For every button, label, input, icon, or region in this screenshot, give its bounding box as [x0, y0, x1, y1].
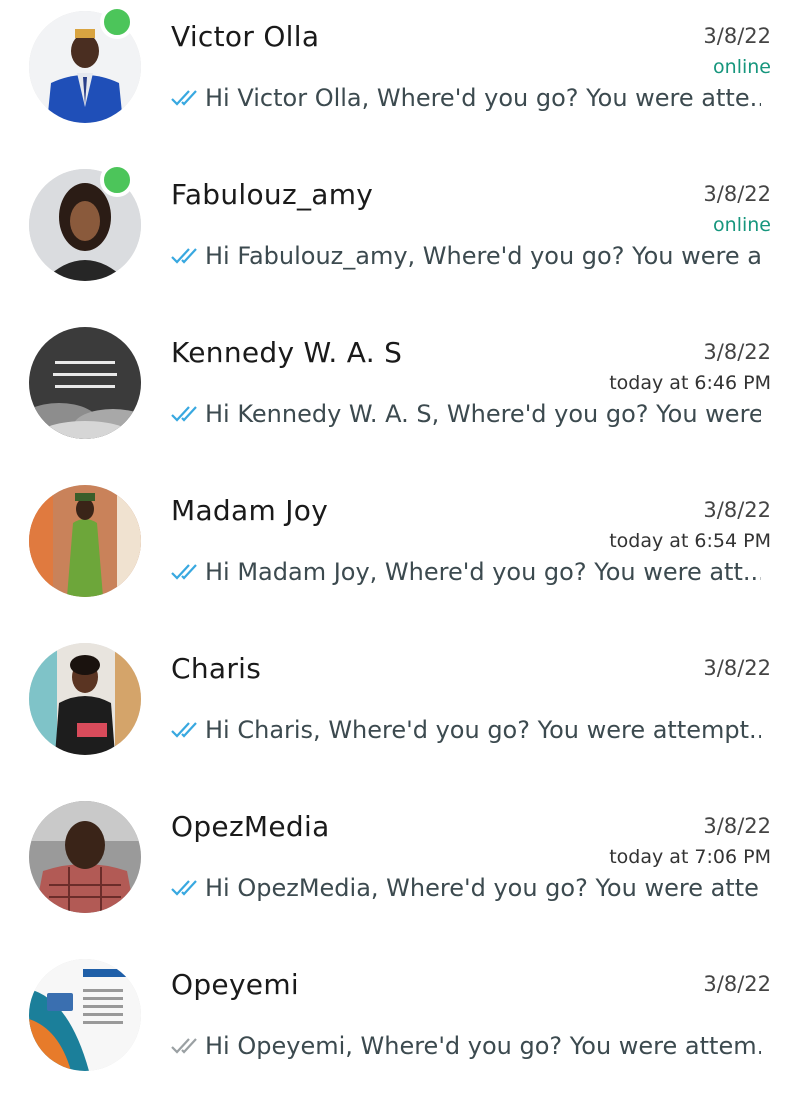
message-preview: Hi Fabulouz_amy, Where'd you go? You wer…	[171, 241, 761, 270]
preview-text: Hi Victor Olla, Where'd you go? You were…	[205, 84, 761, 112]
contact-name: Victor Olla	[171, 20, 320, 53]
status-text: online	[713, 214, 771, 236]
message-preview: Hi Victor Olla, Where'd you go? You were…	[171, 83, 761, 112]
double-check-icon	[171, 247, 201, 265]
contact-name: Madam Joy	[171, 494, 329, 527]
message-date: 3/8/22	[703, 972, 771, 996]
message-preview: Hi OpezMedia, Where'd you go? You were a…	[171, 873, 761, 902]
contact-name: Charis	[171, 652, 262, 685]
avatar[interactable]	[29, 327, 141, 439]
message-date: 3/8/22	[703, 656, 771, 680]
double-check-icon	[171, 1037, 201, 1055]
preview-text: Hi Fabulouz_amy, Where'd you go? You wer…	[205, 242, 761, 270]
online-indicator	[100, 5, 134, 39]
double-check-icon	[171, 721, 201, 739]
message-preview: Hi Kennedy W. A. S, Where'd you go? You …	[171, 399, 761, 428]
chat-row-opeyemi[interactable]: Opeyemi 3/8/22 Hi Opeyemi, Where'd you g…	[0, 948, 800, 1106]
avatar[interactable]	[29, 485, 141, 597]
last-seen-text: today at 6:46 PM	[609, 372, 771, 394]
double-check-icon	[171, 89, 201, 107]
chat-list: Victor Olla 3/8/22 online Hi Victor Olla…	[0, 0, 800, 1117]
avatar[interactable]	[29, 959, 141, 1071]
message-preview: Hi Madam Joy, Where'd you go? You were a…	[171, 557, 761, 586]
preview-text: Hi OpezMedia, Where'd you go? You were a…	[205, 874, 761, 902]
chat-row-victor-olla[interactable]: Victor Olla 3/8/22 online Hi Victor Olla…	[0, 0, 800, 158]
message-date: 3/8/22	[703, 340, 771, 364]
contact-name: Kennedy W. A. S	[171, 336, 403, 369]
last-seen-text: today at 7:06 PM	[609, 846, 771, 868]
status-text: online	[713, 56, 771, 78]
message-preview: Hi Charis, Where'd you go? You were atte…	[171, 715, 761, 744]
avatar[interactable]	[29, 801, 141, 913]
double-check-icon	[171, 563, 201, 581]
message-date: 3/8/22	[703, 814, 771, 838]
contact-name: Fabulouz_amy	[171, 178, 374, 211]
chat-row-opezmedia[interactable]: OpezMedia 3/8/22 today at 7:06 PM Hi Ope…	[0, 790, 800, 948]
contact-name: Opeyemi	[171, 968, 299, 1001]
last-seen-text: today at 6:54 PM	[609, 530, 771, 552]
online-indicator	[100, 163, 134, 197]
preview-text: Hi Kennedy W. A. S, Where'd you go? You …	[205, 400, 761, 428]
preview-text: Hi Madam Joy, Where'd you go? You were a…	[205, 558, 761, 586]
message-preview: Hi Opeyemi, Where'd you go? You were att…	[171, 1031, 761, 1060]
contact-name: OpezMedia	[171, 810, 330, 843]
chat-row-madam-joy[interactable]: Madam Joy 3/8/22 today at 6:54 PM Hi Mad…	[0, 474, 800, 632]
preview-text: Hi Charis, Where'd you go? You were atte…	[205, 716, 761, 744]
avatar[interactable]	[29, 643, 141, 755]
preview-text: Hi Opeyemi, Where'd you go? You were att…	[205, 1032, 761, 1060]
chat-row-fabulouz-amy[interactable]: Fabulouz_amy 3/8/22 online Hi Fabulouz_a…	[0, 158, 800, 316]
chat-row-kennedy-w-a-s[interactable]: Kennedy W. A. S 3/8/22 today at 6:46 PM …	[0, 316, 800, 474]
message-date: 3/8/22	[703, 182, 771, 206]
message-date: 3/8/22	[703, 24, 771, 48]
double-check-icon	[171, 405, 201, 423]
message-date: 3/8/22	[703, 498, 771, 522]
chat-row-charis[interactable]: Charis 3/8/22 Hi Charis, Where'd you go?…	[0, 632, 800, 790]
double-check-icon	[171, 879, 201, 897]
